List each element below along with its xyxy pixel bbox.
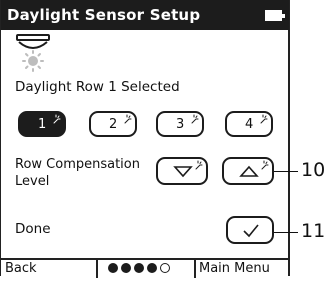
row-3-button[interactable]: 3	[156, 111, 204, 137]
callout-label-10: 10	[301, 159, 326, 181]
row-compensation-label-line1: Row Compensation	[15, 157, 140, 172]
status-text: Daylight Row 1 Selected	[15, 79, 180, 95]
page-indicator	[108, 263, 173, 275]
touch-indicator-icon	[124, 114, 132, 124]
page-title: Daylight Sensor Setup	[7, 6, 201, 24]
row-3-label: 3	[176, 117, 185, 132]
device-screen: Daylight Sensor Setup Daylight Row 1 Sel…	[0, 0, 290, 278]
row-4-button[interactable]: 4	[225, 111, 273, 137]
row-2-label: 2	[109, 117, 118, 132]
title-bar: Daylight Sensor Setup	[1, 0, 289, 30]
row-4-label: 4	[245, 117, 254, 132]
page-dot	[147, 263, 157, 273]
touch-indicator-icon	[195, 160, 203, 170]
row-compensation-label: Row Compensation Level	[15, 156, 140, 190]
daylight-sensor-icon	[16, 34, 50, 72]
touch-indicator-icon	[191, 114, 199, 124]
back-button[interactable]: Back	[1, 260, 98, 278]
compensation-down-button[interactable]	[156, 157, 208, 185]
compensation-up-button[interactable]	[222, 157, 274, 185]
triangle-down-icon	[173, 166, 193, 178]
done-button[interactable]	[226, 216, 274, 244]
bottom-bar: Back Main Menu	[1, 258, 289, 278]
page-dot-current	[160, 263, 170, 273]
touch-indicator-icon	[261, 160, 269, 170]
main-menu-button[interactable]: Main Menu	[194, 260, 289, 278]
callout-line-11	[274, 232, 298, 233]
battery-icon	[265, 10, 285, 21]
back-label: Back	[5, 261, 37, 276]
page-dot	[134, 263, 144, 273]
triangle-up-icon	[239, 165, 259, 177]
touch-indicator-icon	[260, 114, 268, 124]
row-1-label: 1	[38, 117, 47, 132]
callout-label-11: 11	[301, 220, 326, 242]
main-menu-label: Main Menu	[199, 261, 270, 276]
callout-line-10	[274, 171, 298, 172]
row-1-button[interactable]: 1	[18, 111, 66, 137]
page-dot	[108, 263, 118, 273]
touch-indicator-icon	[53, 114, 61, 124]
page-dot	[121, 263, 131, 273]
row-compensation-label-line2: Level	[15, 174, 50, 189]
row-2-button[interactable]: 2	[89, 111, 137, 137]
done-label: Done	[15, 221, 51, 237]
checkmark-icon	[243, 224, 259, 238]
